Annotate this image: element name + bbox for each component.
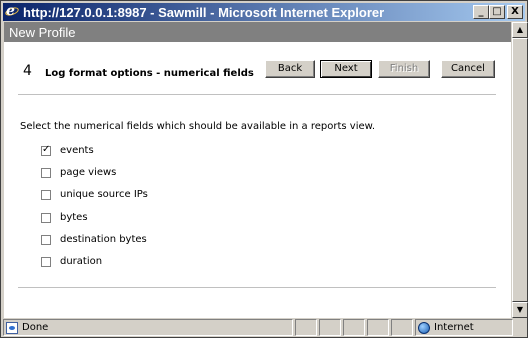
checkbox-destination-bytes[interactable] [41, 234, 51, 245]
checkbox-events[interactable]: ✓ [41, 143, 51, 156]
field-item-bytes[interactable]: bytes [41, 212, 88, 223]
page-done-icon [6, 321, 18, 334]
field-item-unique-source-ips[interactable]: unique source IPs [41, 189, 148, 200]
cancel-button[interactable]: Cancel [441, 60, 495, 78]
instruction-text: Select the numerical fields which should… [20, 121, 376, 132]
zone-pane: Internet [415, 319, 513, 336]
field-item-destination-bytes[interactable]: destination bytes [41, 234, 147, 245]
field-label: destination bytes [60, 234, 147, 245]
field-item-page-views[interactable]: page views [41, 167, 116, 178]
field-label: unique source IPs [60, 189, 148, 200]
status-pane-empty-1 [295, 319, 317, 336]
browser-window: e http://127.0.0.1:8987 - Sawmill - Micr… [0, 0, 528, 338]
status-pane: Done [3, 319, 293, 336]
maximize-button[interactable]: □ [489, 5, 505, 19]
top-divider [18, 94, 496, 95]
status-pane-empty-5 [391, 319, 413, 336]
page-title: New Profile [9, 25, 76, 40]
finish-button[interactable]: Finish [378, 60, 430, 78]
bottom-divider [18, 287, 496, 288]
internet-explorer-icon: e [4, 3, 20, 19]
resize-grip-icon[interactable] [515, 319, 527, 336]
zone-text: Internet [434, 322, 474, 333]
field-label: duration [60, 256, 103, 267]
next-button[interactable]: Next [320, 60, 372, 78]
back-button[interactable]: Back [265, 60, 315, 78]
minimize-button[interactable]: _ [473, 5, 489, 19]
title-bar: e http://127.0.0.1:8987 - Sawmill - Micr… [3, 3, 525, 21]
checkbox-bytes[interactable] [41, 212, 51, 223]
field-label: page views [60, 167, 117, 178]
status-bar: Done Internet [3, 319, 527, 337]
field-item-events[interactable]: ✓ events [41, 143, 94, 156]
vertical-scrollbar[interactable]: ▲ ▼ [511, 22, 528, 318]
checkbox-page-views[interactable] [41, 167, 51, 178]
wizard-content: 4 Log format options - numerical fields … [4, 42, 511, 318]
scroll-thumb[interactable] [512, 38, 528, 302]
window-title: http://127.0.0.1:8987 - Sawmill - Micros… [23, 4, 385, 20]
status-pane-empty-2 [319, 319, 341, 336]
internet-zone-icon [418, 321, 430, 334]
page-header: New Profile [4, 22, 511, 42]
scroll-up-icon[interactable]: ▲ [512, 22, 528, 38]
checkbox-unique-source-ips[interactable] [41, 189, 51, 200]
scroll-down-icon[interactable]: ▼ [512, 302, 528, 318]
step-title: Log format options - numerical fields [45, 68, 254, 79]
checkbox-duration[interactable] [41, 256, 51, 267]
status-pane-empty-3 [343, 319, 365, 336]
field-label: bytes [60, 212, 88, 223]
step-number: 4 [23, 63, 32, 79]
status-pane-empty-4 [367, 319, 389, 336]
status-text: Done [22, 322, 49, 333]
close-button[interactable]: X [507, 5, 523, 19]
field-label: events [60, 145, 94, 156]
checkmark-icon: ✓ [42, 143, 51, 155]
field-item-duration[interactable]: duration [41, 256, 102, 267]
